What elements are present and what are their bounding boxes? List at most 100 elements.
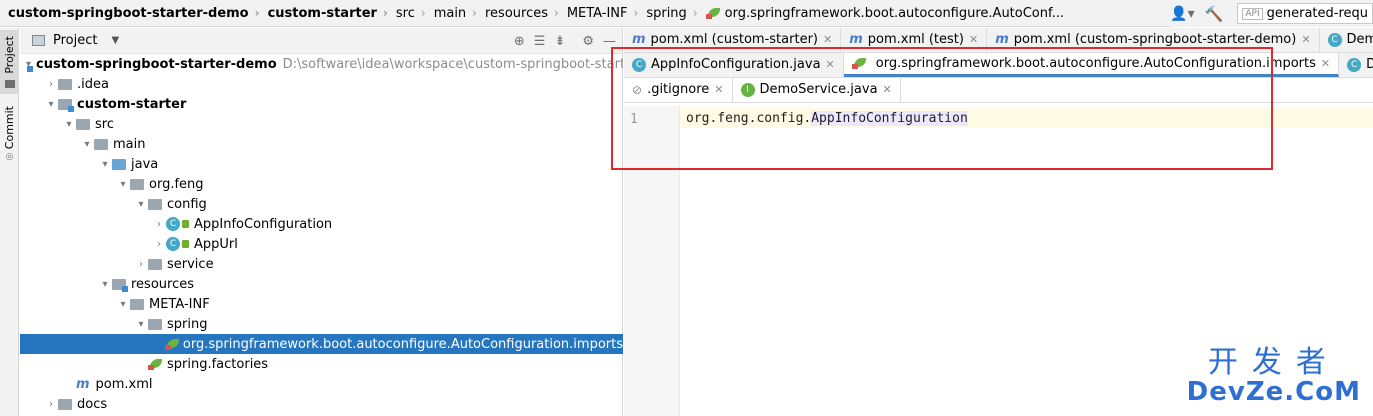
chevron-right-icon[interactable]: › xyxy=(44,399,58,410)
breadcrumb-item[interactable]: main › xyxy=(426,6,477,21)
collapse-all-icon[interactable]: ⇟ xyxy=(554,34,565,49)
breadcrumb-item[interactable]: META-INF › xyxy=(559,6,639,21)
tree-item-label: src xyxy=(95,116,114,132)
editor-tab-label: pom.xml (test) xyxy=(867,32,964,47)
editor-tab[interactable]: CDemoControlle✕ xyxy=(1320,28,1373,52)
view-dropdown-icon[interactable]: ▼ xyxy=(111,35,119,46)
chevron-down-icon[interactable]: ▾ xyxy=(44,99,58,110)
chevron-right-icon[interactable]: › xyxy=(44,79,58,90)
tree-item[interactable]: › .idea xyxy=(20,74,623,94)
editor-tab-label: pom.xml (custom-springboot-starter-demo) xyxy=(1013,32,1297,47)
watermark-line1: 开发者 xyxy=(1207,345,1340,380)
close-icon[interactable]: ✕ xyxy=(969,33,978,46)
tree-item[interactable]: › C AppUrl xyxy=(20,234,623,254)
folder-icon xyxy=(148,318,162,330)
chevron-right-icon[interactable]: › xyxy=(134,259,148,270)
expand-all-icon[interactable]: ☰ xyxy=(534,34,546,49)
locate-icon[interactable]: ⊕ xyxy=(514,34,525,49)
tree-item[interactable]: ▾ resources xyxy=(20,274,623,294)
class-icon: C xyxy=(1327,32,1342,47)
tree-item-label: custom-starter xyxy=(77,96,187,112)
user-icon[interactable]: 👤▾ xyxy=(1170,6,1194,22)
breadcrumb-label: META-INF xyxy=(566,5,628,21)
project-panel: Project ▼ ⊕ ☰ ⇟ ⚙ — ▾ custom-springboot-s… xyxy=(20,28,623,416)
folder-icon xyxy=(112,158,126,170)
chevron-right-icon[interactable]: › xyxy=(152,219,166,230)
tree-item-label: spring.factories xyxy=(167,356,269,372)
project-tool-tab[interactable]: Project xyxy=(0,30,19,94)
folder-icon xyxy=(130,298,144,310)
chevron-down-icon[interactable]: ▾ xyxy=(116,299,130,310)
tree-item[interactable]: ▾ java xyxy=(20,154,623,174)
project-tool-label: Project xyxy=(3,36,16,74)
chevron-down-icon[interactable]: ▾ xyxy=(134,319,148,330)
tree-item-label: META-INF xyxy=(149,296,210,312)
chevron-down-icon[interactable]: ▾ xyxy=(62,119,76,130)
tree-item-label: config xyxy=(167,196,207,212)
breadcrumb-item[interactable]: org.springframework.boot.autoconfigure.A… xyxy=(698,6,1064,21)
close-icon[interactable]: ✕ xyxy=(823,33,832,46)
tree-item-label: .idea xyxy=(77,76,109,92)
chevron-down-icon[interactable]: ▾ xyxy=(98,279,112,290)
project-panel-header: Project ▼ ⊕ ☰ ⇟ ⚙ — xyxy=(20,28,622,54)
breadcrumb-item[interactable]: spring › xyxy=(638,6,697,21)
tree-item[interactable]: › C AppInfoConfiguration xyxy=(20,214,623,234)
tree-item[interactable]: ▾ spring xyxy=(20,314,623,334)
highlight-box xyxy=(611,47,1273,170)
chevron-down-icon[interactable]: ▾ xyxy=(116,179,130,190)
tree-item-label: custom-springboot-starter-demo xyxy=(36,56,277,72)
tree-item-label: org.springframework.boot.autoconfigure.A… xyxy=(182,336,623,352)
editor-tab[interactable]: CDemoService✕ xyxy=(1339,53,1373,77)
tree-item[interactable]: ▾ META-INF xyxy=(20,294,623,314)
tree-item[interactable]: org.springframework.boot.autoconfigure.A… xyxy=(20,334,623,354)
tree-item[interactable]: ▾ config xyxy=(20,194,623,214)
breadcrumb-label: custom-starter xyxy=(267,5,377,21)
tree-item[interactable]: ▾ custom-springboot-starter-demo D:\softwa… xyxy=(20,54,623,74)
project-panel-tools: ⊕ ☰ ⇟ ⚙ — xyxy=(514,28,616,54)
tree-item[interactable]: › docs xyxy=(20,394,623,414)
tree-item-label: AppUrl xyxy=(194,236,238,252)
tree-item-label: service xyxy=(167,256,214,272)
chevron-down-icon[interactable]: ▾ xyxy=(80,139,94,150)
build-hammer-icon[interactable]: 🔨 xyxy=(1205,5,1224,23)
folder-icon xyxy=(94,138,108,150)
breadcrumb-item[interactable]: resources › xyxy=(477,6,559,21)
tree-item[interactable]: spring.factories xyxy=(20,354,623,374)
folder-icon xyxy=(148,198,162,210)
gear-icon[interactable]: ⚙ xyxy=(582,34,594,49)
tree-item-label: resources xyxy=(131,276,195,292)
tree-item-label: java xyxy=(131,156,159,172)
chevron-down-icon[interactable]: ▾ xyxy=(134,199,148,210)
breadcrumb-label: org.springframework.boot.autoconfigure.A… xyxy=(724,5,1065,21)
breadcrumb-item[interactable]: custom-springboot-starter-demo › xyxy=(0,6,260,21)
commit-icon: ◎ xyxy=(5,152,14,163)
tree-item[interactable]: m pom.xml xyxy=(20,374,623,394)
api-icon: API xyxy=(1242,7,1263,20)
run-configuration-select[interactable]: API generated-requ xyxy=(1237,3,1373,24)
project-panel-title[interactable]: Project xyxy=(53,33,97,48)
class-icon: C xyxy=(166,217,180,231)
tree-item-label: AppInfoConfiguration xyxy=(194,216,333,232)
tree-item[interactable]: › service xyxy=(20,254,623,274)
tree-item-path: D:\software\idea\workspace\custom-spring… xyxy=(282,56,623,72)
tree-item[interactable]: ▾ src xyxy=(20,114,623,134)
spring-file-icon xyxy=(148,358,163,370)
close-icon[interactable]: ✕ xyxy=(1301,33,1310,46)
breadcrumb-item[interactable]: src › xyxy=(388,6,426,21)
tree-item[interactable]: ▾ custom-starter xyxy=(20,94,623,114)
chevron-down-icon[interactable]: ▾ xyxy=(98,159,112,170)
editor-tab-label: DemoService xyxy=(1366,57,1373,72)
tree-item[interactable]: ▾ main xyxy=(20,134,623,154)
close-icon[interactable]: ✕ xyxy=(1321,57,1330,70)
breadcrumb-item[interactable]: custom-starter › xyxy=(260,6,388,21)
tree-item-label: org.feng xyxy=(149,176,204,192)
tree-item[interactable]: ▾ org.feng xyxy=(20,174,623,194)
commit-tool-tab[interactable]: Commit ◎ xyxy=(0,106,19,170)
editor-tab-label: DemoControlle xyxy=(1346,32,1373,47)
toolbar-right: 👤▾ 🔨 API generated-requ xyxy=(1170,0,1373,27)
class-icon: C xyxy=(1347,57,1362,72)
run-configuration-label: generated-requ xyxy=(1266,6,1368,21)
chevron-right-icon[interactable]: › xyxy=(152,239,166,250)
tree-item-label: spring xyxy=(167,316,208,332)
breadcrumb-label: src xyxy=(395,5,415,21)
